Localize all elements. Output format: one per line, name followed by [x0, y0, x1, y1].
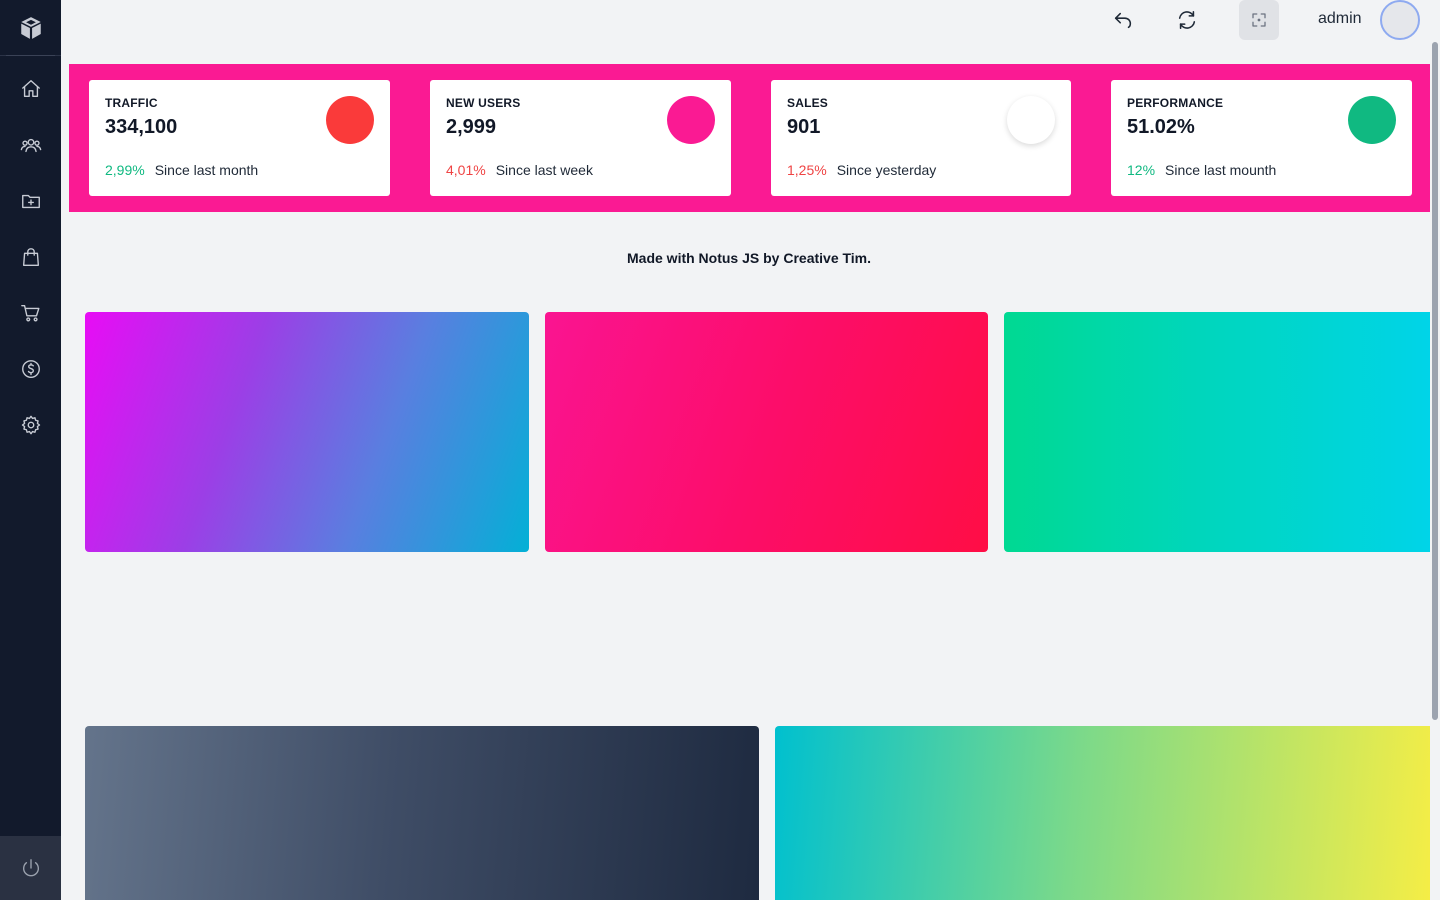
shopping-bag-icon — [22, 248, 39, 266]
dollar-circle-icon — [21, 360, 40, 378]
cart-icon — [20, 304, 39, 322]
page-scrollbar[interactable] — [1430, 0, 1440, 900]
sidebar-item-home[interactable] — [0, 69, 61, 109]
home-icon — [21, 80, 40, 98]
sidebar-item-cart[interactable] — [0, 293, 61, 333]
stat-label: NEW USERS — [446, 96, 521, 110]
power-icon — [22, 859, 39, 877]
focus-button[interactable] — [1239, 0, 1279, 40]
sidebar — [0, 0, 61, 900]
refresh-icon — [1178, 10, 1196, 30]
stat-change: 1,25% — [787, 162, 827, 178]
stat-since: Since last month — [154, 162, 259, 178]
stat-card-traffic: TRAFFIC 334,100 2,99% Since last month — [89, 80, 390, 196]
gradient-card-slate — [85, 726, 759, 900]
username-label: admin — [1318, 10, 1362, 27]
undo-button[interactable] — [1103, 0, 1143, 40]
gradient-card-pink — [545, 312, 988, 552]
stat-label: PERFORMANCE — [1127, 96, 1224, 110]
gradient-card-green — [1004, 312, 1440, 552]
stat-change: 4,01% — [446, 162, 486, 178]
avatar[interactable] — [1380, 0, 1420, 40]
stat-label: TRAFFIC — [105, 96, 158, 110]
folder-plus-icon — [21, 194, 40, 209]
stat-card-new-users: NEW USERS 2,999 4,01% Since last week — [430, 80, 731, 196]
stat-card-sales: SALES 901 1,25% Since yesterday — [771, 80, 1071, 196]
gradient-card-purple — [85, 312, 529, 552]
stat-icon-circle — [1348, 96, 1396, 144]
power-button[interactable] — [0, 836, 61, 900]
stat-icon-circle — [1007, 96, 1055, 144]
footer-credit: Made with Notus JS by Creative Tim. — [627, 250, 872, 266]
stat-label: SALES — [787, 96, 829, 110]
focus-icon — [1252, 13, 1266, 27]
stat-since: Since last week — [495, 162, 593, 178]
users-group-icon — [20, 138, 41, 153]
sidebar-item-folder[interactable] — [0, 181, 61, 221]
gradient-card-teal-yellow — [775, 726, 1440, 900]
scrollbar-thumb[interactable] — [1432, 42, 1438, 720]
sidebar-item-bag[interactable] — [0, 237, 61, 277]
stat-since: Since yesterday — [836, 162, 937, 178]
stat-change: 12% — [1127, 162, 1156, 178]
stat-value: 2,999 — [446, 116, 497, 138]
stat-change: 2,99% — [105, 162, 145, 178]
stat-value: 901 — [787, 116, 821, 138]
stat-icon-circle — [326, 96, 374, 144]
gear-icon — [21, 415, 40, 435]
sidebar-item-users[interactable] — [0, 125, 61, 165]
sidebar-item-billing[interactable] — [0, 349, 61, 389]
stat-since: Since last mounth — [1165, 162, 1277, 178]
box-logo-icon[interactable] — [0, 0, 61, 56]
stat-value: 51.02% — [1127, 116, 1195, 138]
undo-icon — [1114, 12, 1132, 29]
stat-value: 334,100 — [105, 116, 178, 138]
stat-icon-circle — [667, 96, 715, 144]
refresh-button[interactable] — [1167, 0, 1207, 40]
stat-card-performance: PERFORMANCE 51.02% 12% Since last mounth — [1111, 80, 1412, 196]
sidebar-item-settings[interactable] — [0, 405, 61, 445]
stats-header-band: TRAFFIC 334,100 2,99% Since last month NE… — [69, 64, 1432, 212]
